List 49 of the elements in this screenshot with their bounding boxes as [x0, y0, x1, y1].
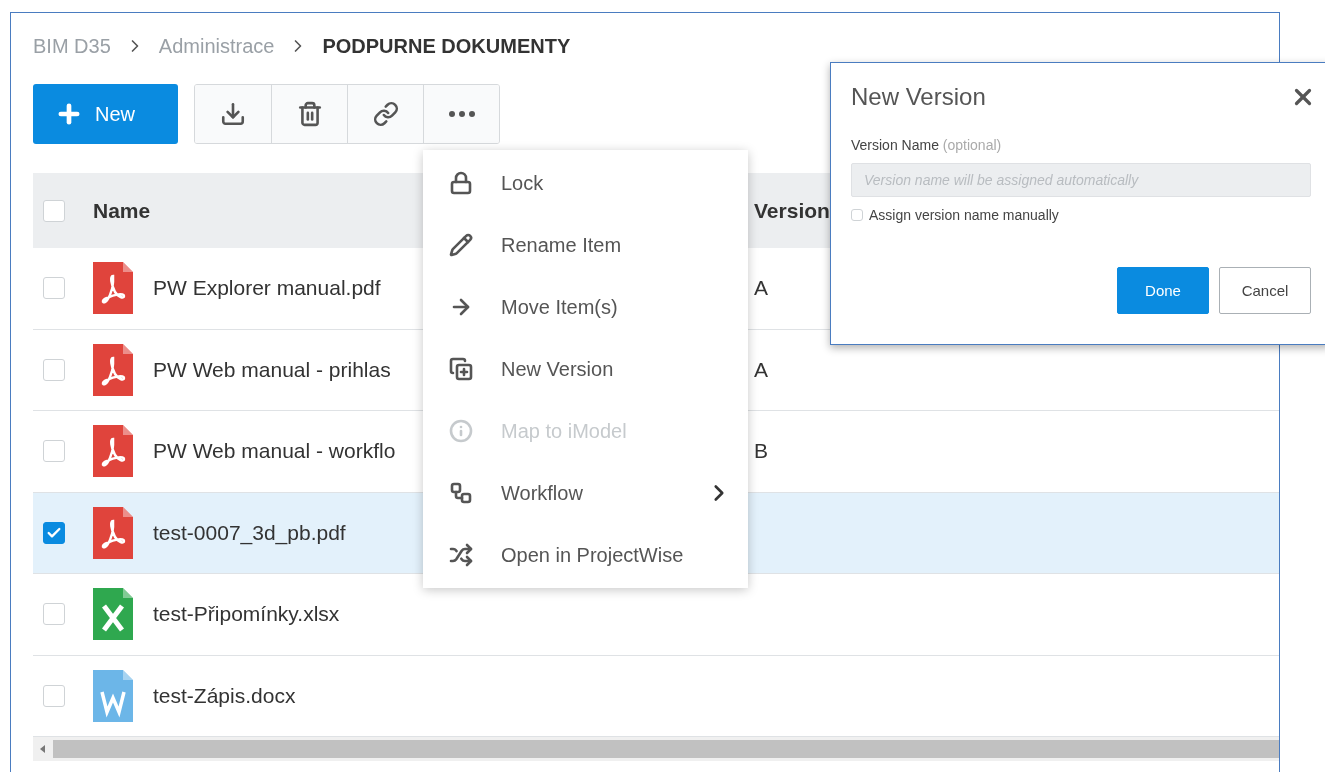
checkbox-label: Assign version name manually [869, 207, 1059, 223]
pdf-file-icon [93, 425, 133, 478]
link-button[interactable] [347, 85, 423, 143]
scroll-left-icon[interactable] [40, 745, 45, 753]
more-button[interactable] [423, 85, 499, 143]
cancel-button[interactable]: Cancel [1219, 267, 1311, 314]
download-button[interactable] [195, 85, 271, 143]
version-cell: A [754, 276, 768, 300]
lock-icon [449, 171, 473, 195]
pdf-file-icon [93, 506, 133, 559]
version-cell: A [754, 357, 768, 381]
more-icon [448, 111, 475, 117]
file-name[interactable]: PW Explorer manual.pdf [153, 276, 381, 301]
shuffle-icon [449, 543, 473, 567]
trash-icon [296, 101, 323, 127]
file-name[interactable]: test-Připomínky.xlsx [153, 602, 340, 627]
menu-item[interactable]: Rename Item [423, 214, 748, 276]
document-file-icon [93, 669, 133, 722]
spreadsheet-file-icon [93, 588, 133, 641]
download-icon [220, 101, 246, 127]
breadcrumb-item: PODPURNE DOKUMENTY [322, 34, 571, 58]
file-name[interactable]: test-0007_3d_pb.pdf [153, 520, 346, 545]
pencil-icon [449, 233, 473, 257]
version-cell: B [754, 439, 768, 463]
menu-item[interactable]: New Version [423, 338, 748, 400]
menu-item[interactable]: Lock [423, 152, 748, 214]
info-icon [449, 419, 473, 443]
dialog-title: New Version [851, 83, 986, 111]
file-name[interactable]: test-Zápis.docx [153, 683, 296, 708]
menu-item[interactable]: Workflow [423, 462, 748, 524]
field-label: Version Name (optional) [851, 137, 1003, 153]
column-header[interactable]: Version [754, 198, 830, 222]
row-checkbox[interactable] [43, 521, 65, 544]
workflow-icon [449, 481, 473, 505]
file-name[interactable]: PW Web manual - prihlas [153, 357, 391, 382]
pdf-file-icon [93, 343, 133, 396]
manual-name-checkbox[interactable] [851, 209, 863, 221]
add-copy-icon [449, 357, 473, 381]
pdf-file-icon [93, 262, 133, 315]
delete-button[interactable] [271, 85, 347, 143]
menu-item[interactable]: Move Item(s) [423, 276, 748, 338]
new-button[interactable]: New [33, 84, 178, 144]
column-header[interactable]: Name [93, 198, 151, 223]
done-button[interactable]: Done [1117, 267, 1209, 314]
menu-item[interactable]: Open in ProjectWise [423, 524, 748, 586]
horizontal-scrollbar[interactable] [33, 737, 1279, 761]
select-all-checkbox[interactable] [43, 199, 65, 222]
file-name[interactable]: PW Web manual - workflo [153, 439, 396, 464]
link-icon [372, 101, 399, 127]
